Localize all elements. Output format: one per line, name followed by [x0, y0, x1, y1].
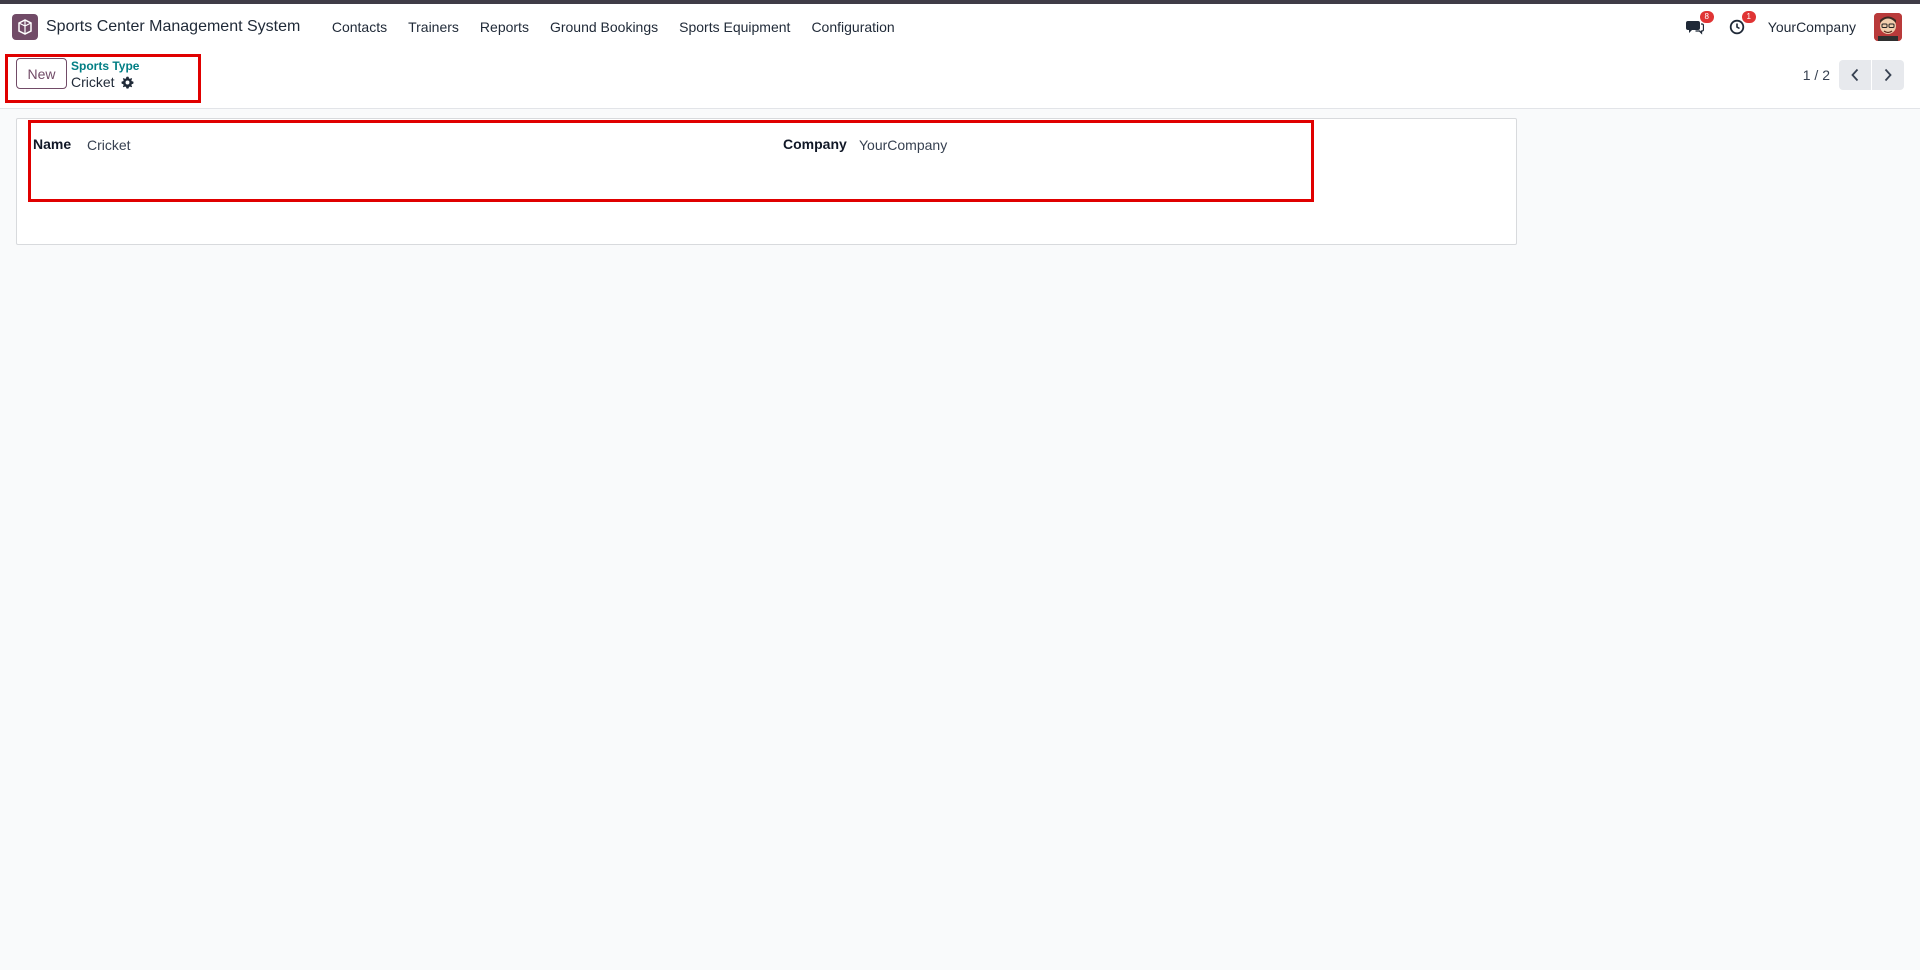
messages-icon[interactable]: 8	[1684, 11, 1714, 38]
breadcrumb-current-record: Cricket	[71, 74, 135, 90]
name-field-value[interactable]: Cricket	[87, 137, 131, 153]
menu-item-reports[interactable]: Reports	[469, 19, 539, 35]
breadcrumb-current-label: Cricket	[71, 74, 115, 90]
pager-value[interactable]: 1 / 2	[1803, 67, 1830, 83]
company-field-label: Company	[783, 136, 847, 152]
company-switcher[interactable]: YourCompany	[1768, 19, 1856, 35]
systray: 8 1 YourCompany	[1684, 4, 1902, 50]
name-field-label: Name	[33, 136, 72, 152]
menu-item-trainers[interactable]: Trainers	[398, 19, 470, 35]
gear-icon[interactable]	[121, 75, 135, 89]
company-field-value[interactable]: YourCompany	[859, 137, 947, 153]
menu-item-ground-bookings[interactable]: Ground Bookings	[539, 19, 668, 35]
menu-item-contacts[interactable]: Contacts	[321, 19, 397, 35]
app-title[interactable]: Sports Center Management System	[46, 18, 300, 36]
chevron-left-icon	[1851, 68, 1859, 82]
breadcrumb-sports-type[interactable]: Sports Type	[71, 59, 139, 73]
pager-previous-button[interactable]	[1839, 60, 1871, 90]
messages-badge: 8	[1699, 11, 1714, 23]
menu-item-configuration[interactable]: Configuration	[801, 19, 905, 35]
menu-item-sports-equipment[interactable]: Sports Equipment	[669, 19, 801, 35]
control-panel: New Sports Type Cricket 1 / 2	[0, 50, 1920, 109]
highlight-box-form-fields	[28, 120, 1314, 202]
main-menu: Contacts Trainers Reports Ground Booking…	[321, 19, 905, 35]
app-logo-icon[interactable]	[12, 14, 38, 40]
pager: 1 / 2	[1803, 60, 1904, 90]
user-avatar[interactable]	[1874, 13, 1902, 41]
chevron-right-icon	[1884, 68, 1892, 82]
pager-next-button[interactable]	[1872, 60, 1904, 90]
activities-clock-icon[interactable]: 1	[1726, 11, 1756, 38]
main-navbar: Sports Center Management System Contacts…	[0, 4, 1920, 50]
new-record-button[interactable]: New	[16, 58, 67, 89]
activities-badge: 1	[1741, 11, 1756, 23]
